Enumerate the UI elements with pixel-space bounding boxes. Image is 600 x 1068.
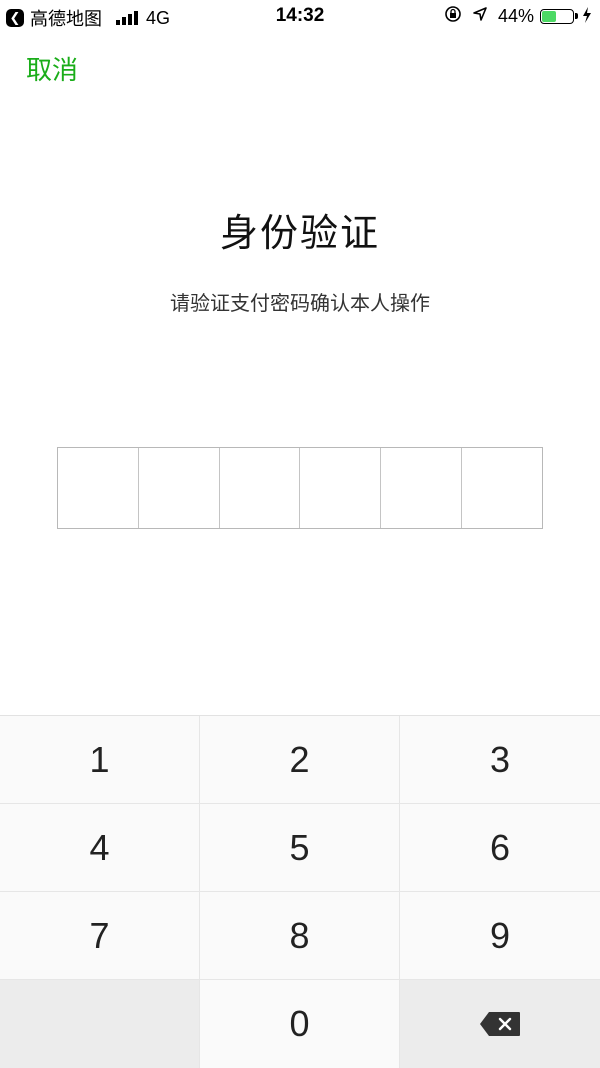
charging-icon xyxy=(582,7,592,26)
status-right: 44% xyxy=(434,5,592,28)
key-3[interactable]: 3 xyxy=(400,716,600,804)
battery-percent: 44% xyxy=(497,6,534,26)
key-blank xyxy=(0,980,200,1068)
page-title: 身份验证 xyxy=(219,211,380,255)
status-bar: ❮ 高德地图 4G 14:32 44% xyxy=(0,0,600,34)
orientation-lock-icon xyxy=(444,5,462,28)
backspace-icon xyxy=(480,1012,520,1036)
pin-input[interactable] xyxy=(57,447,543,529)
pin-digit-box[interactable] xyxy=(139,448,220,528)
pin-digit-box[interactable] xyxy=(381,448,463,528)
key-1[interactable]: 1 xyxy=(0,716,200,804)
key-8[interactable]: 8 xyxy=(200,892,400,980)
battery-icon xyxy=(540,9,578,24)
pin-digit-box[interactable] xyxy=(58,448,139,528)
cancel-button[interactable]: 取消 xyxy=(26,50,78,87)
pin-digit-box[interactable] xyxy=(300,448,382,528)
key-9[interactable]: 9 xyxy=(400,892,600,980)
key-4[interactable]: 4 xyxy=(0,804,200,892)
key-2[interactable]: 2 xyxy=(200,716,400,804)
numeric-keypad: 1 2 3 4 5 6 7 8 9 0 xyxy=(0,715,600,1068)
page-subtitle: 请验证支付密码确认本人操作 xyxy=(170,291,430,315)
key-7[interactable]: 7 xyxy=(0,892,200,980)
pin-digit-box[interactable] xyxy=(462,448,542,528)
key-0[interactable]: 0 xyxy=(200,980,400,1068)
key-6[interactable]: 6 xyxy=(400,804,600,892)
delete-button[interactable] xyxy=(400,980,600,1068)
location-icon xyxy=(472,6,488,27)
pin-digit-box[interactable] xyxy=(220,448,301,528)
key-5[interactable]: 5 xyxy=(200,804,400,892)
